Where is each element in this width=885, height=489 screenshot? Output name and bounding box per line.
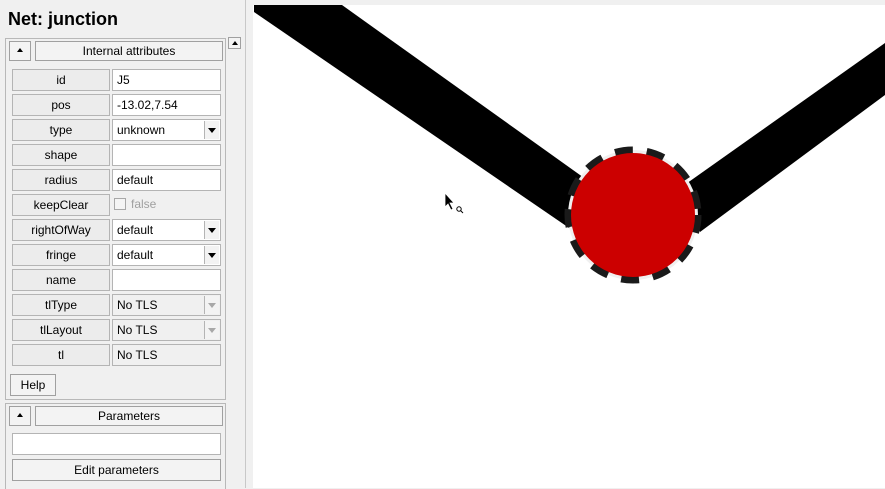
arrow-up-icon <box>17 48 23 52</box>
chevron-down-icon <box>208 128 216 133</box>
internal-attributes-header[interactable]: Internal attributes <box>35 41 223 61</box>
keepclear-checkbox[interactable]: false <box>112 194 221 216</box>
attribute-row-shape: shape <box>12 144 222 166</box>
parameters-input[interactable] <box>12 433 221 455</box>
parameters-header[interactable]: Parameters <box>35 406 223 426</box>
internal-attributes-group: Internal attributes id J5 pos -13.02,7.5… <box>5 38 226 400</box>
attribute-label[interactable]: radius <box>12 169 110 191</box>
radius-field[interactable]: default <box>112 169 221 191</box>
chevron-down-icon <box>208 303 216 308</box>
attribute-row-radius: radius default <box>12 169 222 191</box>
attribute-label[interactable]: name <box>12 269 110 291</box>
tltype-select[interactable]: No TLS <box>112 294 221 316</box>
attribute-row-pos: pos -13.02,7.54 <box>12 94 222 116</box>
attribute-row-tl: tl No TLS <box>12 344 222 366</box>
attribute-label[interactable]: tlLayout <box>12 319 110 341</box>
network-canvas[interactable] <box>248 0 885 488</box>
tllayout-dropdown-button[interactable] <box>204 321 219 339</box>
attributes-panel: Net: junction Internal attributes id J5 … <box>0 0 246 489</box>
id-field[interactable]: J5 <box>112 69 221 91</box>
canvas-background <box>253 5 885 488</box>
pos-field[interactable]: -13.02,7.54 <box>112 94 221 116</box>
attribute-label[interactable]: rightOfWay <box>12 219 110 241</box>
scroll-up-button[interactable] <box>228 37 241 49</box>
attribute-row-fringe: fringe default <box>12 244 222 266</box>
attribute-row-tllayout: tlLayout No TLS <box>12 319 222 341</box>
tl-field: No TLS <box>112 344 221 366</box>
network-view[interactable] <box>248 0 885 488</box>
chevron-down-icon <box>208 253 216 258</box>
arrow-up-icon <box>17 413 23 417</box>
help-button[interactable]: Help <box>10 374 56 396</box>
attribute-row-type: type unknown <box>12 119 222 141</box>
type-dropdown-button[interactable] <box>204 121 219 139</box>
tllayout-select[interactable]: No TLS <box>112 319 221 341</box>
arrow-up-icon <box>232 41 238 45</box>
rightofway-select-value: default <box>117 223 154 237</box>
collapse-parameters-button[interactable] <box>9 406 31 426</box>
rightofway-dropdown-button[interactable] <box>204 221 219 239</box>
tltype-dropdown-button[interactable] <box>204 296 219 314</box>
type-select-value: unknown <box>117 123 166 137</box>
shape-field[interactable] <box>112 144 221 166</box>
collapse-internal-attributes-button[interactable] <box>9 41 31 61</box>
rightofway-select[interactable]: default <box>112 219 221 241</box>
junction-j5[interactable] <box>571 153 695 277</box>
attribute-label[interactable]: tl <box>12 344 110 366</box>
tltype-select-value: No TLS <box>117 298 158 312</box>
keepclear-checkbox-label: false <box>131 197 157 211</box>
name-field[interactable] <box>112 269 221 291</box>
checkbox-icon[interactable] <box>114 198 126 210</box>
attribute-label[interactable]: tlType <box>12 294 110 316</box>
attribute-label[interactable]: id <box>12 69 110 91</box>
fringe-select-value: default <box>117 248 154 262</box>
tllayout-select-value: No TLS <box>117 323 158 337</box>
edit-parameters-button[interactable]: Edit parameters <box>12 459 221 481</box>
attribute-label[interactable]: keepClear <box>12 194 110 216</box>
attribute-label[interactable]: shape <box>12 144 110 166</box>
chevron-down-icon <box>208 328 216 333</box>
attribute-row-tltype: tlType No TLS <box>12 294 222 316</box>
attribute-row-rightofway: rightOfWay default <box>12 219 222 241</box>
fringe-dropdown-button[interactable] <box>204 246 219 264</box>
parameters-group: Parameters Edit parameters <box>5 403 226 489</box>
attribute-row-name: name <box>12 269 222 291</box>
chevron-down-icon <box>208 228 216 233</box>
attribute-row-keepclear: keepClear false <box>12 194 222 216</box>
panel-title: Net: junction <box>8 9 118 29</box>
attribute-row-id: id J5 <box>12 69 222 91</box>
attribute-label[interactable]: fringe <box>12 244 110 266</box>
type-select[interactable]: unknown <box>112 119 221 141</box>
fringe-select[interactable]: default <box>112 244 221 266</box>
attribute-label[interactable]: pos <box>12 94 110 116</box>
attribute-label[interactable]: type <box>12 119 110 141</box>
